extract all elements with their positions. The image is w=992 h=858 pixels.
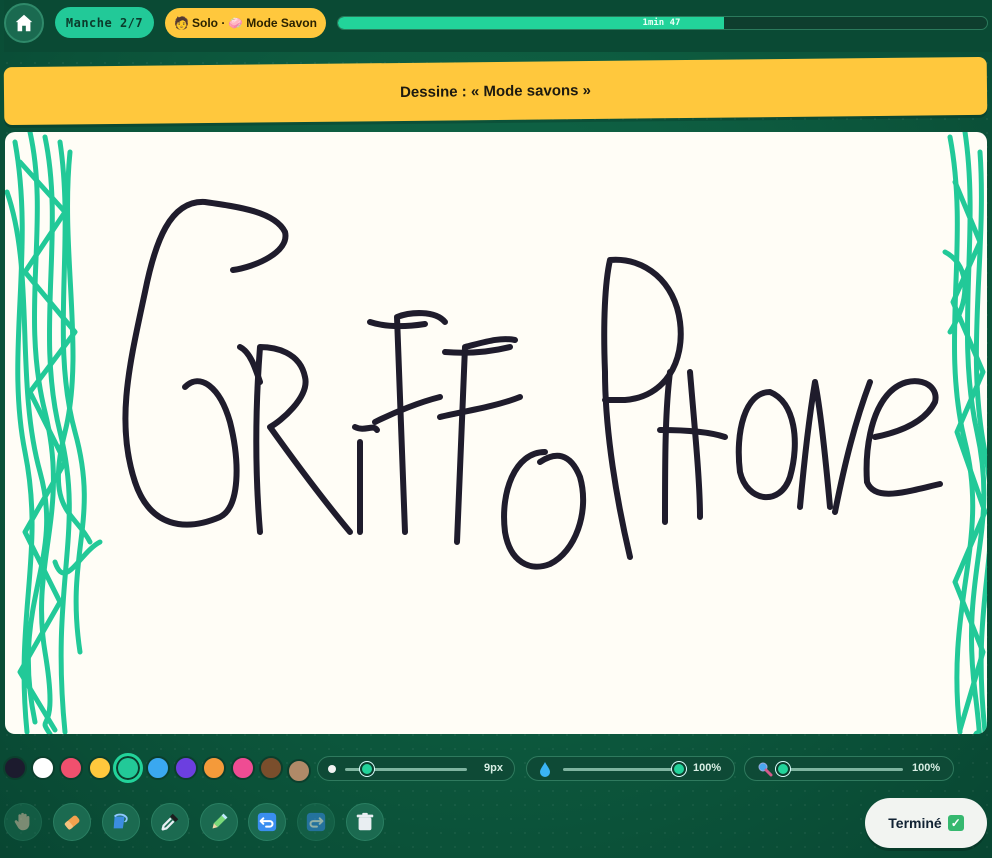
prompt-text: Dessine : « Mode savons » [399, 81, 592, 101]
check-icon: ✓ [947, 815, 964, 831]
player-icon: 🧑 [174, 16, 189, 30]
drawing-canvas[interactable] [5, 132, 987, 734]
drawing-strokes [5, 132, 987, 734]
paint-bucket-icon [113, 813, 128, 829]
color-swatch[interactable] [3, 756, 27, 780]
color-swatch[interactable] [230, 756, 255, 780]
color-swatch[interactable] [174, 756, 199, 780]
eyedropper-tool-button[interactable] [151, 803, 189, 841]
hand-icon [14, 812, 30, 831]
home-icon [15, 14, 33, 32]
done-label: Terminé [888, 815, 942, 831]
trash-icon [356, 812, 374, 831]
brush-size-thumb[interactable] [359, 762, 374, 776]
eraser-icon [64, 815, 80, 830]
brush-dot-icon [328, 765, 336, 773]
timer-bar: 1min 47 [337, 16, 988, 30]
color-swatch[interactable] [112, 753, 143, 783]
hand-tool-button[interactable] [4, 803, 42, 841]
marker-tool-button[interactable] [200, 803, 238, 841]
round-badge: Manche 2/7 [55, 7, 154, 38]
eraser-tool-button[interactable] [53, 803, 91, 841]
opacity-slider[interactable]: 100% [526, 756, 735, 781]
color-swatch[interactable] [31, 756, 56, 780]
color-swatch[interactable] [258, 756, 283, 780]
mode-name: Mode Savon [246, 16, 317, 30]
color-swatch[interactable] [287, 759, 311, 783]
pencil-icon [212, 813, 228, 829]
opacity-thumb[interactable] [672, 762, 686, 776]
magnifier-icon [758, 762, 773, 777]
home-button[interactable] [4, 3, 44, 43]
undo-button[interactable] [248, 803, 286, 841]
prompt-banner: Dessine : « Mode savons » [3, 56, 988, 126]
color-swatch[interactable] [146, 756, 170, 780]
undo-icon [257, 812, 277, 832]
timer-label: 1min 47 [642, 18, 681, 28]
fill-tool-button[interactable] [102, 803, 140, 841]
color-swatch[interactable] [59, 756, 84, 780]
mode-badge: 🧑 Solo · 🧼 Mode Savon [165, 8, 326, 38]
right-scribble [942, 132, 987, 734]
brush-size-slider[interactable]: 9px [317, 756, 515, 781]
soap-icon: 🧼 [228, 16, 244, 30]
handwritten-word [122, 198, 943, 570]
zoom-slider[interactable]: 100% [744, 756, 954, 781]
opacity-value: 100% [693, 762, 722, 774]
clear-canvas-button[interactable] [346, 803, 384, 841]
zoom-track [783, 768, 903, 771]
eyedropper-icon [161, 813, 179, 831]
color-swatch[interactable] [87, 756, 112, 780]
done-button[interactable]: Terminé ✓ [865, 798, 987, 848]
droplet-icon [540, 762, 550, 777]
redo-button[interactable] [297, 803, 335, 841]
redo-icon [306, 812, 326, 832]
color-swatch[interactable] [202, 756, 227, 780]
brush-size-value: 9px [484, 762, 503, 774]
opacity-track [563, 768, 679, 771]
mode-prefix: Solo · [191, 16, 226, 30]
left-scribble [5, 132, 103, 734]
zoom-thumb[interactable] [776, 762, 790, 776]
zoom-value: 100% [912, 762, 941, 774]
